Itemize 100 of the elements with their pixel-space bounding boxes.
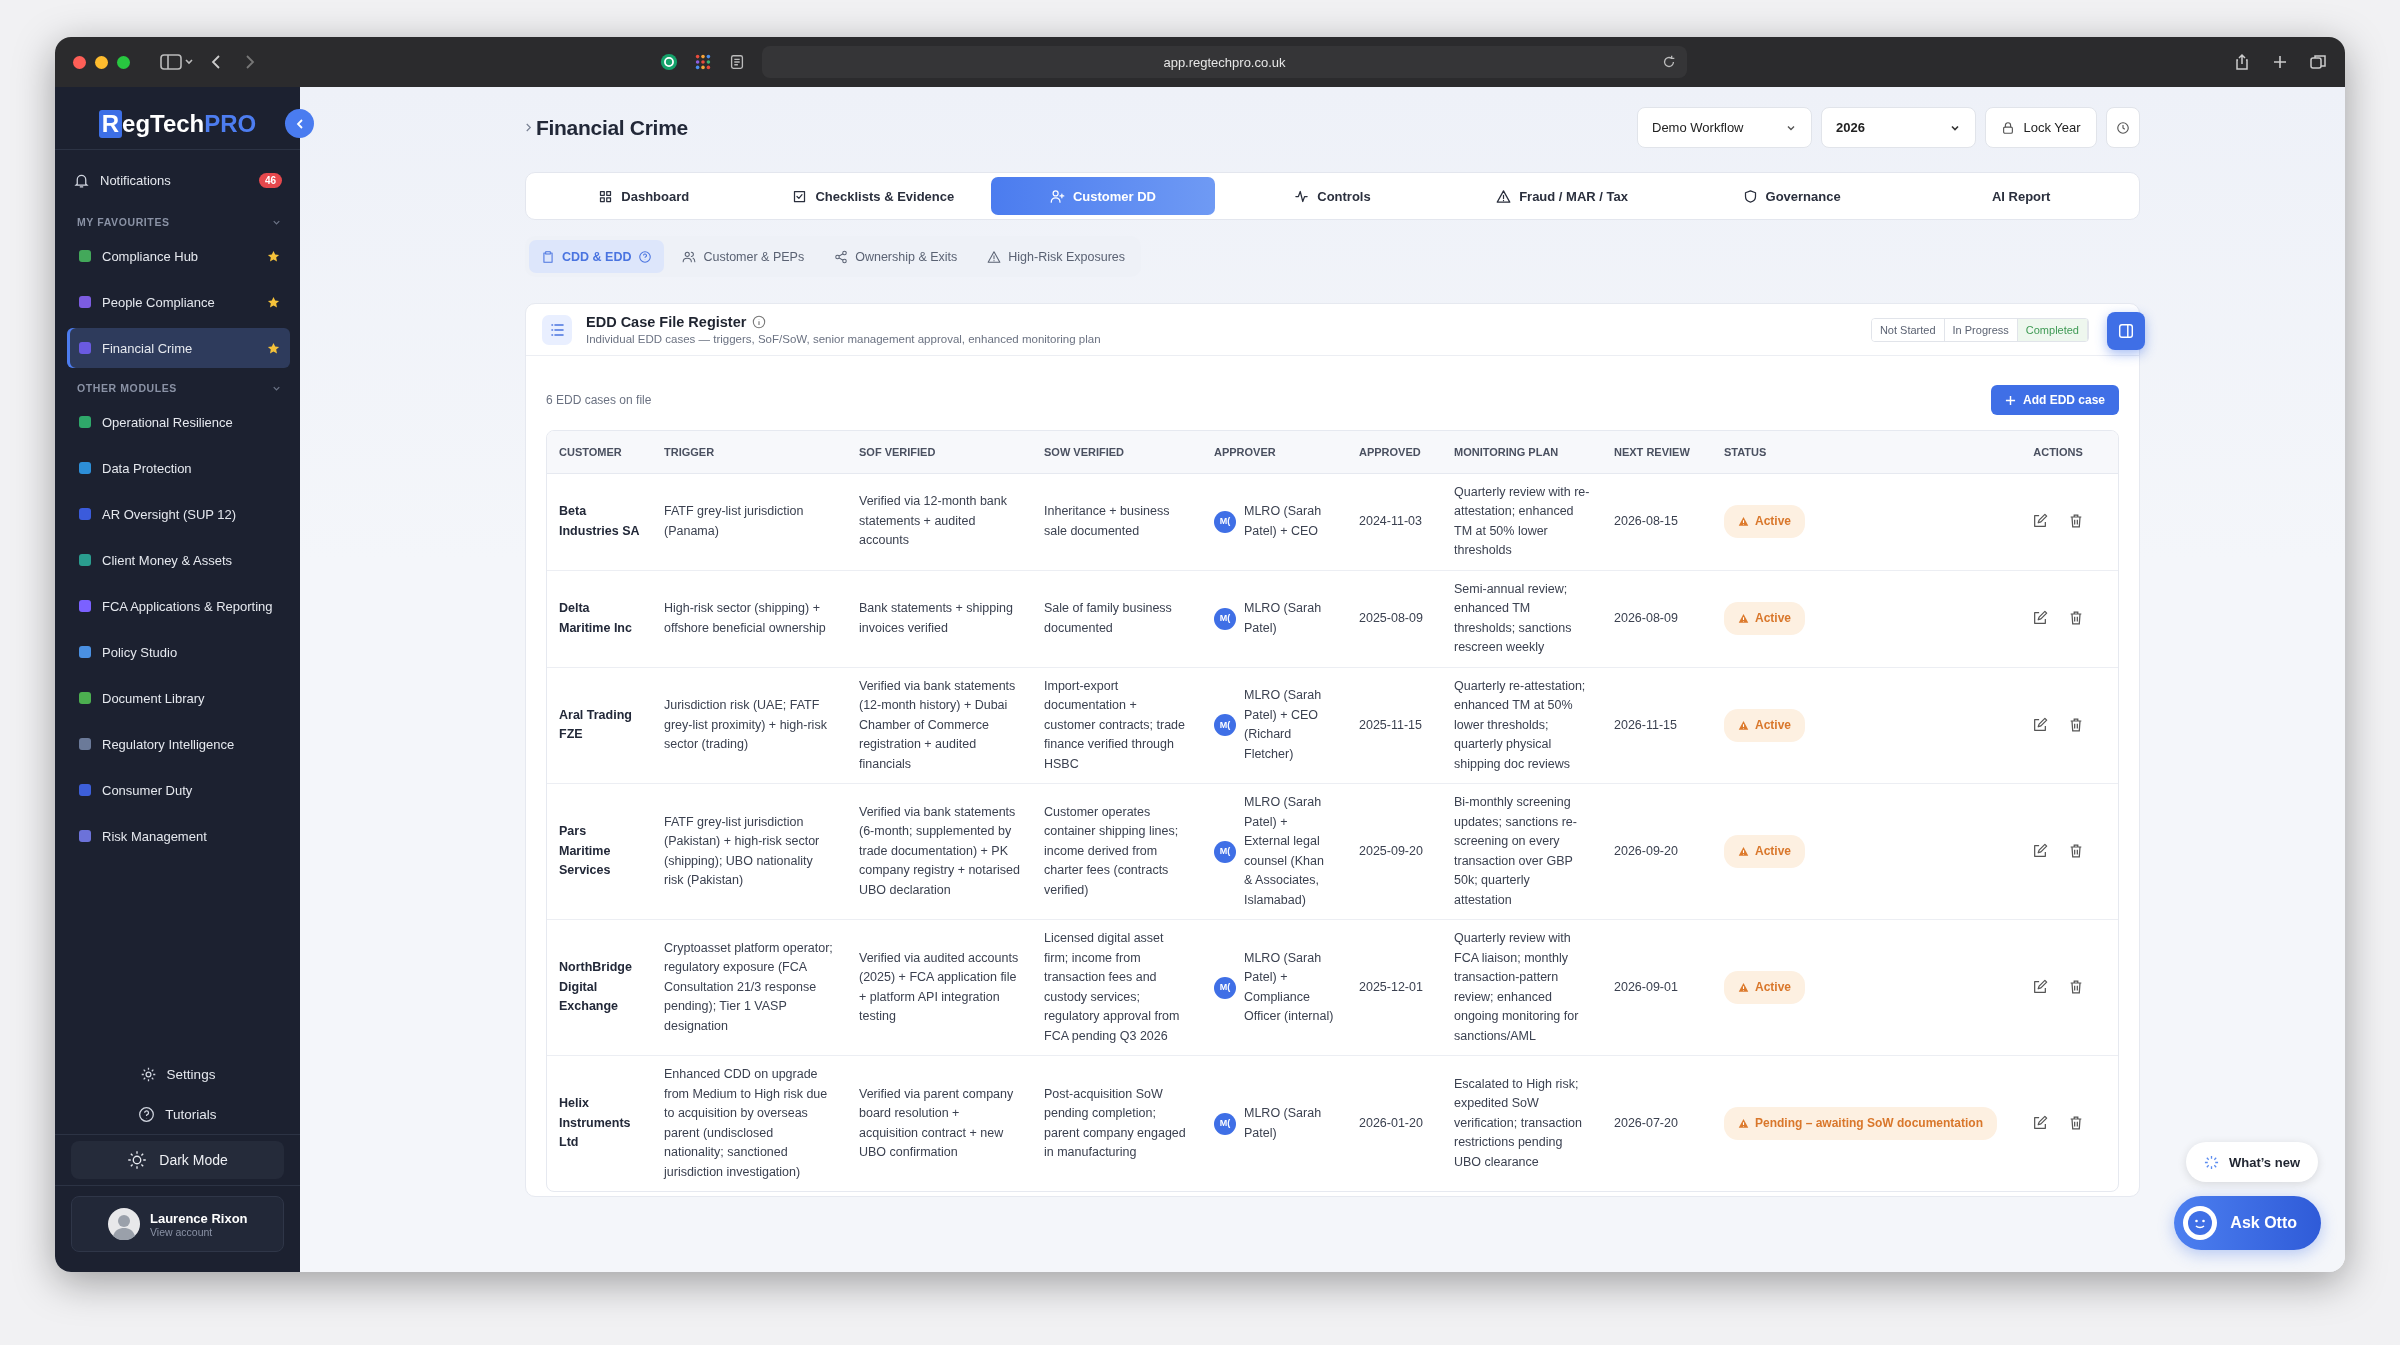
edit-icon[interactable]	[2032, 1115, 2048, 1132]
table-cell: 2026-07-20	[1602, 1055, 1712, 1191]
sidebar-item[interactable]: Financial Crime	[67, 328, 290, 368]
tab[interactable]: Fraud / MAR / Tax	[1450, 177, 1674, 215]
edit-icon[interactable]	[2032, 513, 2048, 530]
sidebar-item[interactable]: Data Protection	[67, 448, 290, 488]
trash-icon[interactable]	[2068, 843, 2084, 860]
star-icon[interactable]	[267, 341, 280, 355]
apps-grid-icon[interactable]	[694, 53, 712, 71]
year-dropdown[interactable]: 2026	[1821, 107, 1976, 148]
tab[interactable]: Dashboard	[532, 177, 756, 215]
sidebar-item[interactable]: Policy Studio	[67, 632, 290, 672]
table-cell: 2026-08-09	[1602, 570, 1712, 667]
table-cell: Inheritance + business sale documented	[1032, 473, 1202, 570]
sidebar-item[interactable]: Regulatory Intelligence	[67, 724, 290, 764]
warning-icon	[1496, 188, 1512, 204]
trash-icon[interactable]	[2068, 610, 2084, 627]
address-bar[interactable]: app.regtechpro.co.uk	[762, 46, 1687, 78]
add-case-button[interactable]: Add EDD case	[1990, 385, 2119, 415]
workflow-dropdown[interactable]: Demo Workflow	[1637, 107, 1812, 148]
grid-icon	[598, 188, 614, 204]
side-panel-icon	[2117, 322, 2135, 340]
view-account-link[interactable]: View account	[150, 1225, 248, 1238]
table-cell-text: MLRO (Sarah Patel) + CEO (Richard Fletcher)	[1244, 687, 1323, 763]
ask-otto-button[interactable]: Ask Otto	[2174, 1196, 2321, 1250]
table-cell: Verified via bank statements (12-month history) + Dubai Chamber of Commerce registration + audited financials	[847, 667, 1032, 784]
section-heading: MY FAVOURITES	[77, 216, 170, 228]
history-button[interactable]	[2106, 107, 2140, 148]
column-header: TRIGGER	[652, 431, 847, 473]
warning-icon	[1738, 613, 1749, 624]
reload-icon[interactable]	[1661, 54, 1677, 70]
edit-icon[interactable]	[2032, 843, 2048, 860]
sidebar-item[interactable]: Client Money & Assets	[67, 540, 290, 580]
table-cell: FATF grey-list jurisdiction (Panama)	[652, 473, 847, 570]
approver-avatar: M(	[1214, 607, 1236, 630]
sidebar-item[interactable]: Compliance Hub	[67, 236, 290, 276]
sidebar-item[interactable]: FCA Applications & Reporting	[67, 586, 290, 626]
edit-icon[interactable]	[2032, 717, 2048, 734]
whats-new-button[interactable]: What’s new	[2185, 1142, 2318, 1182]
table-cell: Verified via parent company board resolution + acquisition contract + new UBO confirmation	[847, 1055, 1032, 1191]
tabs-overview-icon[interactable]	[2309, 53, 2327, 71]
trash-icon[interactable]	[2068, 979, 2084, 996]
new-tab-icon[interactable]	[2271, 53, 2289, 71]
sidebar-toggle-icon[interactable]	[160, 53, 194, 71]
status-badge: Active	[1724, 504, 1806, 539]
table-cell: Escalated to High risk; expedited SoW verification; transaction restrictions pending UBO clearance	[1442, 1055, 1602, 1191]
case-count: 6 EDD cases on file	[546, 393, 652, 407]
column-header: SOF VERIFIED	[847, 431, 1032, 473]
subtab[interactable]: Ownership & Exits	[822, 240, 970, 273]
zoom-window-button[interactable]	[117, 55, 130, 69]
star-icon[interactable]	[267, 295, 280, 309]
table-cell: Quarterly review with re-attestation; enhanced TM at 50% lower thresholds	[1442, 473, 1602, 570]
tab[interactable]: Controls	[1220, 177, 1445, 215]
tab[interactable]: Governance	[1679, 177, 1904, 215]
table-cell: Cryptoasset platform operator; regulatory exposure (FCA Consultation 21/3 response pending); Tier 1 VASP designation	[652, 919, 847, 1056]
warning-icon	[1738, 719, 1749, 731]
status-badge: Active	[1724, 834, 1806, 869]
panel-toggle-button[interactable]	[2107, 312, 2145, 350]
share-icon[interactable]	[2233, 53, 2251, 71]
tab[interactable]: Checklists & Evidence	[761, 177, 986, 215]
notifications-item[interactable]: Notifications 46	[55, 154, 300, 206]
account-card[interactable]: Laurence Rixon View account	[71, 1196, 284, 1252]
trash-icon[interactable]	[2068, 717, 2084, 734]
info-icon[interactable]	[752, 315, 767, 329]
user-plus-icon	[1049, 188, 1065, 204]
settings-link[interactable]: Settings	[139, 1054, 216, 1094]
edit-icon[interactable]	[2032, 610, 2048, 627]
subtab[interactable]: Customer & PEPs	[670, 240, 817, 273]
tutorials-link[interactable]: Tutorials	[138, 1094, 217, 1134]
trash-icon[interactable]	[2068, 1115, 2084, 1132]
edit-icon[interactable]	[2032, 979, 2048, 996]
checkbox-icon	[792, 188, 808, 204]
close-window-button[interactable]	[73, 55, 86, 69]
users-icon	[682, 249, 697, 264]
help-icon[interactable]	[638, 249, 653, 264]
table-cell: Import-export documentation + customer contracts; trade finance verified through HSBC	[1032, 667, 1202, 784]
sidebar-item[interactable]: People Compliance	[67, 282, 290, 322]
column-header: ACTIONS	[1998, 431, 2118, 473]
chevron-icon	[525, 122, 532, 133]
avatar-icon	[108, 1208, 140, 1240]
status-badge: Active	[1724, 601, 1806, 636]
approver-avatar: M(	[1214, 1112, 1236, 1135]
reader-icon[interactable]	[728, 53, 746, 71]
status-filter[interactable]: Not Started	[1871, 318, 1945, 341]
trash-icon[interactable]	[2068, 513, 2084, 530]
tab[interactable]: AI Report	[1909, 177, 2133, 215]
table-cell: 2026-09-20	[1602, 783, 1712, 920]
subtab[interactable]: High-Risk Exposures	[975, 240, 1138, 273]
sidebar-item[interactable]: AR Oversight (SUP 12)	[67, 494, 290, 534]
logo[interactable]: RegTechPRO	[98, 99, 257, 149]
lock-year-button[interactable]: Lock Year	[1985, 107, 2097, 148]
sidebar-item[interactable]: Document Library	[67, 678, 290, 718]
sidebar-item[interactable]: Operational Resilience	[67, 402, 290, 442]
table-cell-text: MLRO (Sarah Patel)	[1244, 600, 1323, 637]
star-icon[interactable]	[267, 249, 280, 263]
extension-icon[interactable]	[660, 53, 678, 71]
minimize-window-button[interactable]	[95, 55, 108, 69]
sidebar-item[interactable]: Consumer Duty	[67, 770, 290, 810]
dark-mode-button[interactable]: Dark Mode	[71, 1141, 284, 1179]
sidebar-item[interactable]: Risk Management	[67, 816, 290, 856]
